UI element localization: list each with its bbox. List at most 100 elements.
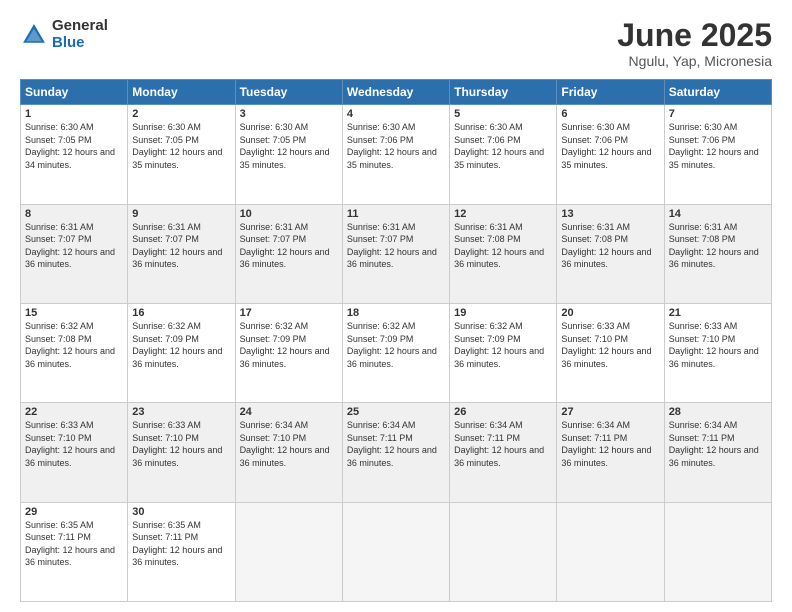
day-info: Sunrise: 6:31 AM Sunset: 7:08 PM Dayligh… (454, 221, 552, 271)
day-info: Sunrise: 6:30 AM Sunset: 7:06 PM Dayligh… (454, 121, 552, 171)
col-wednesday: Wednesday (342, 80, 449, 105)
table-row (557, 502, 664, 601)
calendar-week-row: 1 Sunrise: 6:30 AM Sunset: 7:05 PM Dayli… (21, 105, 772, 204)
table-row: 15 Sunrise: 6:32 AM Sunset: 7:08 PM Dayl… (21, 303, 128, 402)
col-tuesday: Tuesday (235, 80, 342, 105)
day-info: Sunrise: 6:33 AM Sunset: 7:10 PM Dayligh… (132, 419, 230, 469)
table-row: 29 Sunrise: 6:35 AM Sunset: 7:11 PM Dayl… (21, 502, 128, 601)
table-row: 28 Sunrise: 6:34 AM Sunset: 7:11 PM Dayl… (664, 403, 771, 502)
day-number: 25 (347, 406, 445, 418)
table-row: 17 Sunrise: 6:32 AM Sunset: 7:09 PM Dayl… (235, 303, 342, 402)
calendar-week-row: 22 Sunrise: 6:33 AM Sunset: 7:10 PM Dayl… (21, 403, 772, 502)
day-info: Sunrise: 6:30 AM Sunset: 7:06 PM Dayligh… (561, 121, 659, 171)
header: General Blue June 2025 Ngulu, Yap, Micro… (20, 18, 772, 69)
day-info: Sunrise: 6:33 AM Sunset: 7:10 PM Dayligh… (669, 320, 767, 370)
day-info: Sunrise: 6:31 AM Sunset: 7:07 PM Dayligh… (347, 221, 445, 271)
title-section: June 2025 Ngulu, Yap, Micronesia (617, 18, 772, 69)
day-info: Sunrise: 6:32 AM Sunset: 7:08 PM Dayligh… (25, 320, 123, 370)
table-row (342, 502, 449, 601)
table-row: 30 Sunrise: 6:35 AM Sunset: 7:11 PM Dayl… (128, 502, 235, 601)
calendar: Sunday Monday Tuesday Wednesday Thursday… (20, 79, 772, 602)
table-row: 4 Sunrise: 6:30 AM Sunset: 7:06 PM Dayli… (342, 105, 449, 204)
table-row: 12 Sunrise: 6:31 AM Sunset: 7:08 PM Dayl… (450, 204, 557, 303)
table-row: 7 Sunrise: 6:30 AM Sunset: 7:06 PM Dayli… (664, 105, 771, 204)
day-info: Sunrise: 6:35 AM Sunset: 7:11 PM Dayligh… (25, 519, 123, 569)
col-thursday: Thursday (450, 80, 557, 105)
day-number: 29 (25, 506, 123, 518)
day-info: Sunrise: 6:32 AM Sunset: 7:09 PM Dayligh… (132, 320, 230, 370)
logo-icon (20, 21, 48, 49)
day-info: Sunrise: 6:32 AM Sunset: 7:09 PM Dayligh… (240, 320, 338, 370)
table-row: 16 Sunrise: 6:32 AM Sunset: 7:09 PM Dayl… (128, 303, 235, 402)
table-row: 21 Sunrise: 6:33 AM Sunset: 7:10 PM Dayl… (664, 303, 771, 402)
table-row (664, 502, 771, 601)
day-number: 26 (454, 406, 552, 418)
table-row: 3 Sunrise: 6:30 AM Sunset: 7:05 PM Dayli… (235, 105, 342, 204)
day-number: 5 (454, 108, 552, 120)
day-info: Sunrise: 6:34 AM Sunset: 7:11 PM Dayligh… (669, 419, 767, 469)
table-row: 14 Sunrise: 6:31 AM Sunset: 7:08 PM Dayl… (664, 204, 771, 303)
day-info: Sunrise: 6:30 AM Sunset: 7:05 PM Dayligh… (132, 121, 230, 171)
day-number: 8 (25, 208, 123, 220)
table-row: 8 Sunrise: 6:31 AM Sunset: 7:07 PM Dayli… (21, 204, 128, 303)
logo-general: General (52, 18, 108, 35)
day-number: 2 (132, 108, 230, 120)
day-info: Sunrise: 6:35 AM Sunset: 7:11 PM Dayligh… (132, 519, 230, 569)
month-title: June 2025 (617, 18, 772, 53)
table-row: 24 Sunrise: 6:34 AM Sunset: 7:10 PM Dayl… (235, 403, 342, 502)
page: General Blue June 2025 Ngulu, Yap, Micro… (0, 0, 792, 612)
day-number: 11 (347, 208, 445, 220)
day-info: Sunrise: 6:34 AM Sunset: 7:11 PM Dayligh… (561, 419, 659, 469)
calendar-week-row: 15 Sunrise: 6:32 AM Sunset: 7:08 PM Dayl… (21, 303, 772, 402)
day-info: Sunrise: 6:33 AM Sunset: 7:10 PM Dayligh… (561, 320, 659, 370)
day-info: Sunrise: 6:31 AM Sunset: 7:07 PM Dayligh… (25, 221, 123, 271)
logo-text: General Blue (52, 18, 108, 51)
col-monday: Monday (128, 80, 235, 105)
day-number: 18 (347, 307, 445, 319)
day-number: 28 (669, 406, 767, 418)
day-number: 9 (132, 208, 230, 220)
day-number: 4 (347, 108, 445, 120)
calendar-week-row: 29 Sunrise: 6:35 AM Sunset: 7:11 PM Dayl… (21, 502, 772, 601)
day-number: 21 (669, 307, 767, 319)
table-row: 6 Sunrise: 6:30 AM Sunset: 7:06 PM Dayli… (557, 105, 664, 204)
day-info: Sunrise: 6:31 AM Sunset: 7:08 PM Dayligh… (561, 221, 659, 271)
day-info: Sunrise: 6:33 AM Sunset: 7:10 PM Dayligh… (25, 419, 123, 469)
table-row: 11 Sunrise: 6:31 AM Sunset: 7:07 PM Dayl… (342, 204, 449, 303)
day-number: 22 (25, 406, 123, 418)
col-friday: Friday (557, 80, 664, 105)
day-info: Sunrise: 6:30 AM Sunset: 7:06 PM Dayligh… (669, 121, 767, 171)
col-sunday: Sunday (21, 80, 128, 105)
table-row: 23 Sunrise: 6:33 AM Sunset: 7:10 PM Dayl… (128, 403, 235, 502)
day-number: 27 (561, 406, 659, 418)
day-info: Sunrise: 6:32 AM Sunset: 7:09 PM Dayligh… (347, 320, 445, 370)
table-row: 18 Sunrise: 6:32 AM Sunset: 7:09 PM Dayl… (342, 303, 449, 402)
logo: General Blue (20, 18, 108, 51)
day-number: 6 (561, 108, 659, 120)
table-row: 5 Sunrise: 6:30 AM Sunset: 7:06 PM Dayli… (450, 105, 557, 204)
day-number: 24 (240, 406, 338, 418)
table-row: 13 Sunrise: 6:31 AM Sunset: 7:08 PM Dayl… (557, 204, 664, 303)
day-number: 7 (669, 108, 767, 120)
day-info: Sunrise: 6:34 AM Sunset: 7:11 PM Dayligh… (454, 419, 552, 469)
day-number: 10 (240, 208, 338, 220)
calendar-header-row: Sunday Monday Tuesday Wednesday Thursday… (21, 80, 772, 105)
day-number: 19 (454, 307, 552, 319)
col-saturday: Saturday (664, 80, 771, 105)
day-number: 3 (240, 108, 338, 120)
table-row: 22 Sunrise: 6:33 AM Sunset: 7:10 PM Dayl… (21, 403, 128, 502)
day-info: Sunrise: 6:31 AM Sunset: 7:08 PM Dayligh… (669, 221, 767, 271)
table-row: 27 Sunrise: 6:34 AM Sunset: 7:11 PM Dayl… (557, 403, 664, 502)
table-row: 2 Sunrise: 6:30 AM Sunset: 7:05 PM Dayli… (128, 105, 235, 204)
day-info: Sunrise: 6:34 AM Sunset: 7:10 PM Dayligh… (240, 419, 338, 469)
logo-blue: Blue (52, 35, 108, 52)
table-row: 10 Sunrise: 6:31 AM Sunset: 7:07 PM Dayl… (235, 204, 342, 303)
day-number: 16 (132, 307, 230, 319)
day-info: Sunrise: 6:30 AM Sunset: 7:05 PM Dayligh… (240, 121, 338, 171)
day-number: 13 (561, 208, 659, 220)
day-info: Sunrise: 6:30 AM Sunset: 7:05 PM Dayligh… (25, 121, 123, 171)
day-number: 30 (132, 506, 230, 518)
table-row: 25 Sunrise: 6:34 AM Sunset: 7:11 PM Dayl… (342, 403, 449, 502)
day-number: 20 (561, 307, 659, 319)
table-row: 9 Sunrise: 6:31 AM Sunset: 7:07 PM Dayli… (128, 204, 235, 303)
